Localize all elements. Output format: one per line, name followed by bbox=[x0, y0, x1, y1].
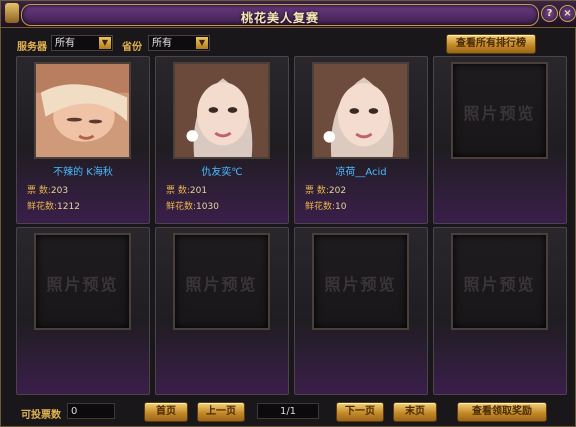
photo-placeholder: 照片预览 bbox=[451, 62, 548, 159]
votes-available-value: 0 bbox=[67, 403, 115, 419]
contestant-photo[interactable] bbox=[34, 62, 131, 159]
votes-value: 201 bbox=[189, 186, 208, 196]
contestant-name[interactable]: 仇友奕℃ bbox=[156, 163, 288, 178]
flowers-stat: 鲜花数:1030 bbox=[166, 199, 219, 212]
flowers-value: 1030 bbox=[196, 202, 219, 212]
portrait-image bbox=[175, 64, 268, 157]
photo-preview-text: 照片预览 bbox=[46, 275, 119, 294]
page-indicator: 1/1 bbox=[257, 403, 319, 419]
flowers-label: 鲜花数: bbox=[166, 202, 197, 212]
photo-preview-text: 照片预览 bbox=[463, 104, 536, 123]
photo-preview-text: 照片预览 bbox=[463, 275, 536, 294]
votes-value: 203 bbox=[50, 186, 69, 196]
server-label: 服务器 bbox=[17, 42, 47, 53]
title-plate: 桃花美人复赛 bbox=[21, 4, 539, 26]
prev-page-button[interactable]: 上一页 bbox=[197, 402, 245, 422]
portrait-image bbox=[314, 64, 407, 157]
server-select[interactable]: 所有 ▼ bbox=[51, 35, 113, 51]
flowers-value: 10 bbox=[335, 202, 347, 212]
votes-label: 票 数: bbox=[166, 186, 190, 196]
province-select-value: 所有 bbox=[152, 38, 172, 49]
server-select-value: 所有 bbox=[55, 38, 75, 49]
contestant-card[interactable]: 不辣的 K海秋 票 数:203 鲜花数:1212 bbox=[16, 56, 150, 224]
contestant-photo[interactable] bbox=[173, 62, 270, 159]
flowers-stat: 鲜花数:1212 bbox=[27, 199, 80, 212]
contestant-name[interactable]: 凉荷__Acid bbox=[295, 163, 427, 178]
empty-card: 照片预览 bbox=[294, 227, 428, 395]
photo-placeholder: 照片预览 bbox=[34, 233, 131, 330]
help-button[interactable]: ? bbox=[541, 5, 558, 22]
photo-placeholder: 照片预览 bbox=[173, 233, 270, 330]
votes-label: 票 数: bbox=[305, 186, 329, 196]
flowers-stat: 鲜花数:10 bbox=[305, 199, 347, 212]
votes-value: 202 bbox=[328, 186, 347, 196]
province-select[interactable]: 所有 ▼ bbox=[148, 35, 210, 51]
empty-card: 照片预览 bbox=[155, 227, 289, 395]
votes-stat: 票 数:201 bbox=[166, 183, 207, 196]
photo-placeholder: 照片预览 bbox=[451, 233, 548, 330]
ornament-icon bbox=[5, 3, 19, 23]
portrait-image bbox=[36, 64, 129, 157]
title-bar: 桃花美人复赛 ? × bbox=[1, 1, 576, 28]
votes-available-label: 可投票数 bbox=[21, 410, 61, 421]
claim-reward-button[interactable]: 查看领取奖励 bbox=[457, 402, 547, 422]
votes-stat: 票 数:203 bbox=[27, 183, 68, 196]
votes-label: 票 数: bbox=[27, 186, 51, 196]
contestant-photo[interactable] bbox=[312, 62, 409, 159]
view-all-rankings-button[interactable]: 查看所有排行榜 bbox=[446, 34, 536, 54]
empty-card: 照片预览 bbox=[16, 227, 150, 395]
flowers-label: 鲜花数: bbox=[305, 202, 336, 212]
flowers-label: 鲜花数: bbox=[27, 202, 58, 212]
last-page-button[interactable]: 末页 bbox=[393, 402, 437, 422]
flowers-value: 1212 bbox=[57, 202, 80, 212]
contest-window: 桃花美人复赛 ? × 服务器 所有 ▼ 省份 所有 ▼ 查看所有排行榜 不辣的 … bbox=[0, 0, 576, 427]
chevron-down-icon[interactable]: ▼ bbox=[196, 37, 208, 49]
photo-placeholder: 照片预览 bbox=[312, 233, 409, 330]
contestant-card[interactable]: 仇友奕℃ 票 数:201 鲜花数:1030 bbox=[155, 56, 289, 224]
window-title: 桃花美人复赛 bbox=[240, 11, 319, 25]
contestant-card[interactable]: 凉荷__Acid 票 数:202 鲜花数:10 bbox=[294, 56, 428, 224]
photo-preview-text: 照片预览 bbox=[185, 275, 258, 294]
province-label: 省份 bbox=[122, 42, 142, 53]
chevron-down-icon[interactable]: ▼ bbox=[99, 37, 111, 49]
votes-stat: 票 数:202 bbox=[305, 183, 346, 196]
photo-preview-text: 照片预览 bbox=[324, 275, 397, 294]
empty-card: 照片预览 bbox=[433, 56, 567, 224]
close-button[interactable]: × bbox=[559, 5, 576, 22]
empty-card: 照片预览 bbox=[433, 227, 567, 395]
contestant-name[interactable]: 不辣的 K海秋 bbox=[17, 163, 149, 178]
first-page-button[interactable]: 首页 bbox=[144, 402, 188, 422]
next-page-button[interactable]: 下一页 bbox=[336, 402, 384, 422]
